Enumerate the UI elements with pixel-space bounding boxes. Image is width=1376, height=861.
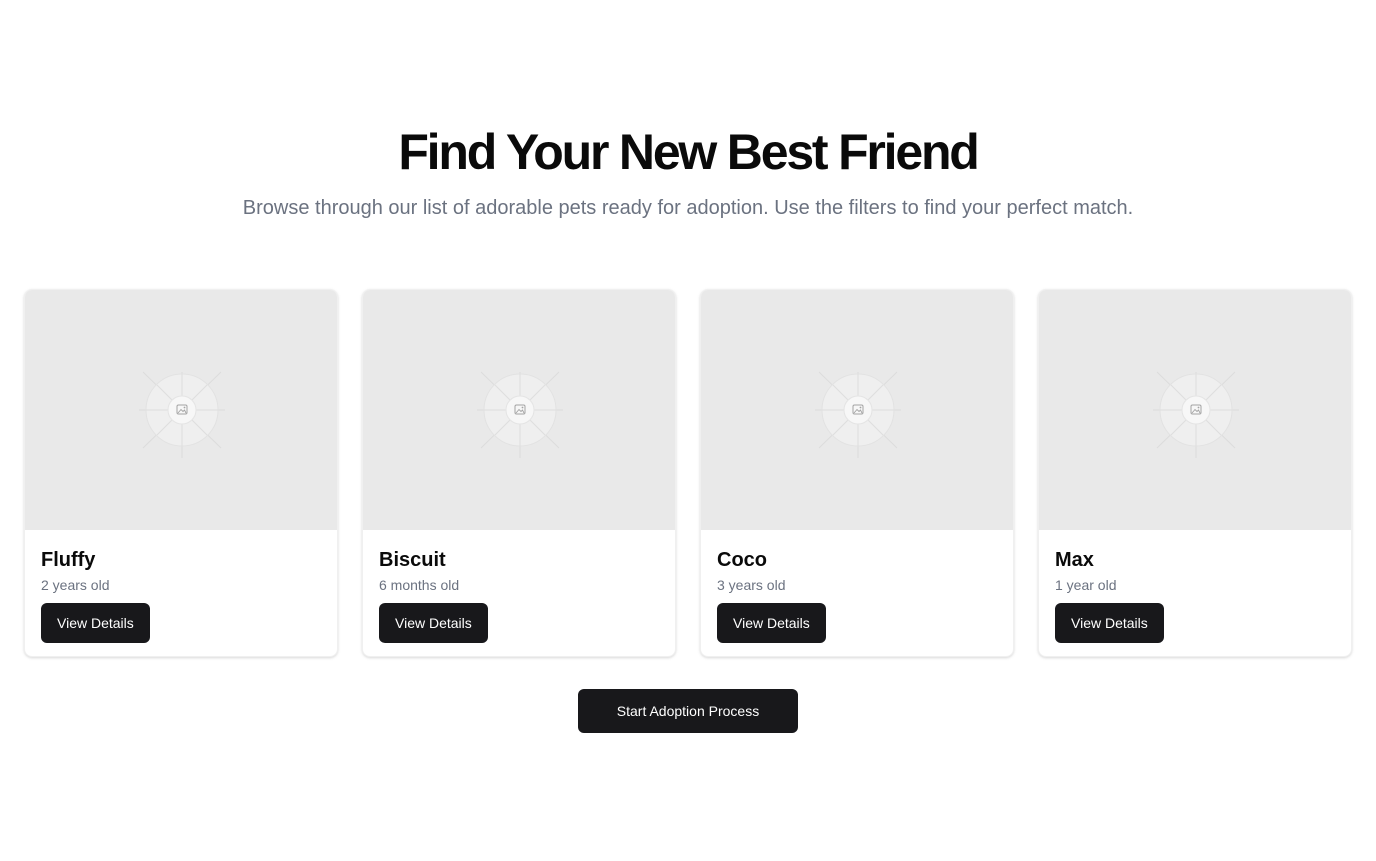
pet-age: 2 years old [41, 577, 110, 593]
pet-name: Coco [717, 549, 767, 571]
page-subtitle: Browse through our list of adorable pets… [242, 197, 1134, 219]
image-placeholder-icon [139, 371, 225, 458]
pet-name: Biscuit [379, 549, 446, 571]
pet-adoption-page: Find Your New Best Friend Browse through… [0, 0, 1376, 861]
pet-name: Fluffy [41, 549, 96, 571]
pet-card: Fluffy 2 years old View Details [24, 289, 338, 657]
view-details-button[interactable]: View Details [1055, 603, 1164, 643]
view-details-button[interactable]: View Details [41, 603, 150, 643]
image-placeholder-icon [815, 371, 901, 458]
page-title: Find Your New Best Friend [398, 124, 980, 180]
pet-name: Max [1055, 549, 1094, 571]
view-details-button[interactable]: View Details [717, 603, 826, 643]
pet-card-grid: Fluffy 2 years old View Details Biscuit … [24, 289, 1352, 657]
pet-image-placeholder [25, 290, 337, 530]
pet-age: 1 year old [1055, 577, 1117, 593]
pet-image-placeholder [1039, 290, 1351, 530]
pet-age: 6 months old [379, 577, 460, 593]
pet-card: Coco 3 years old View Details [700, 289, 1014, 657]
image-placeholder-icon [1153, 371, 1239, 458]
start-adoption-button[interactable]: Start Adoption Process [578, 689, 798, 733]
pet-card: Max 1 year old View Details [1038, 289, 1352, 657]
view-details-button[interactable]: View Details [379, 603, 488, 643]
pet-age: 3 years old [717, 577, 786, 593]
pet-image-placeholder [363, 290, 675, 530]
image-placeholder-icon [477, 371, 563, 458]
pet-image-placeholder [701, 290, 1013, 530]
pet-card: Biscuit 6 months old View Details [362, 289, 676, 657]
